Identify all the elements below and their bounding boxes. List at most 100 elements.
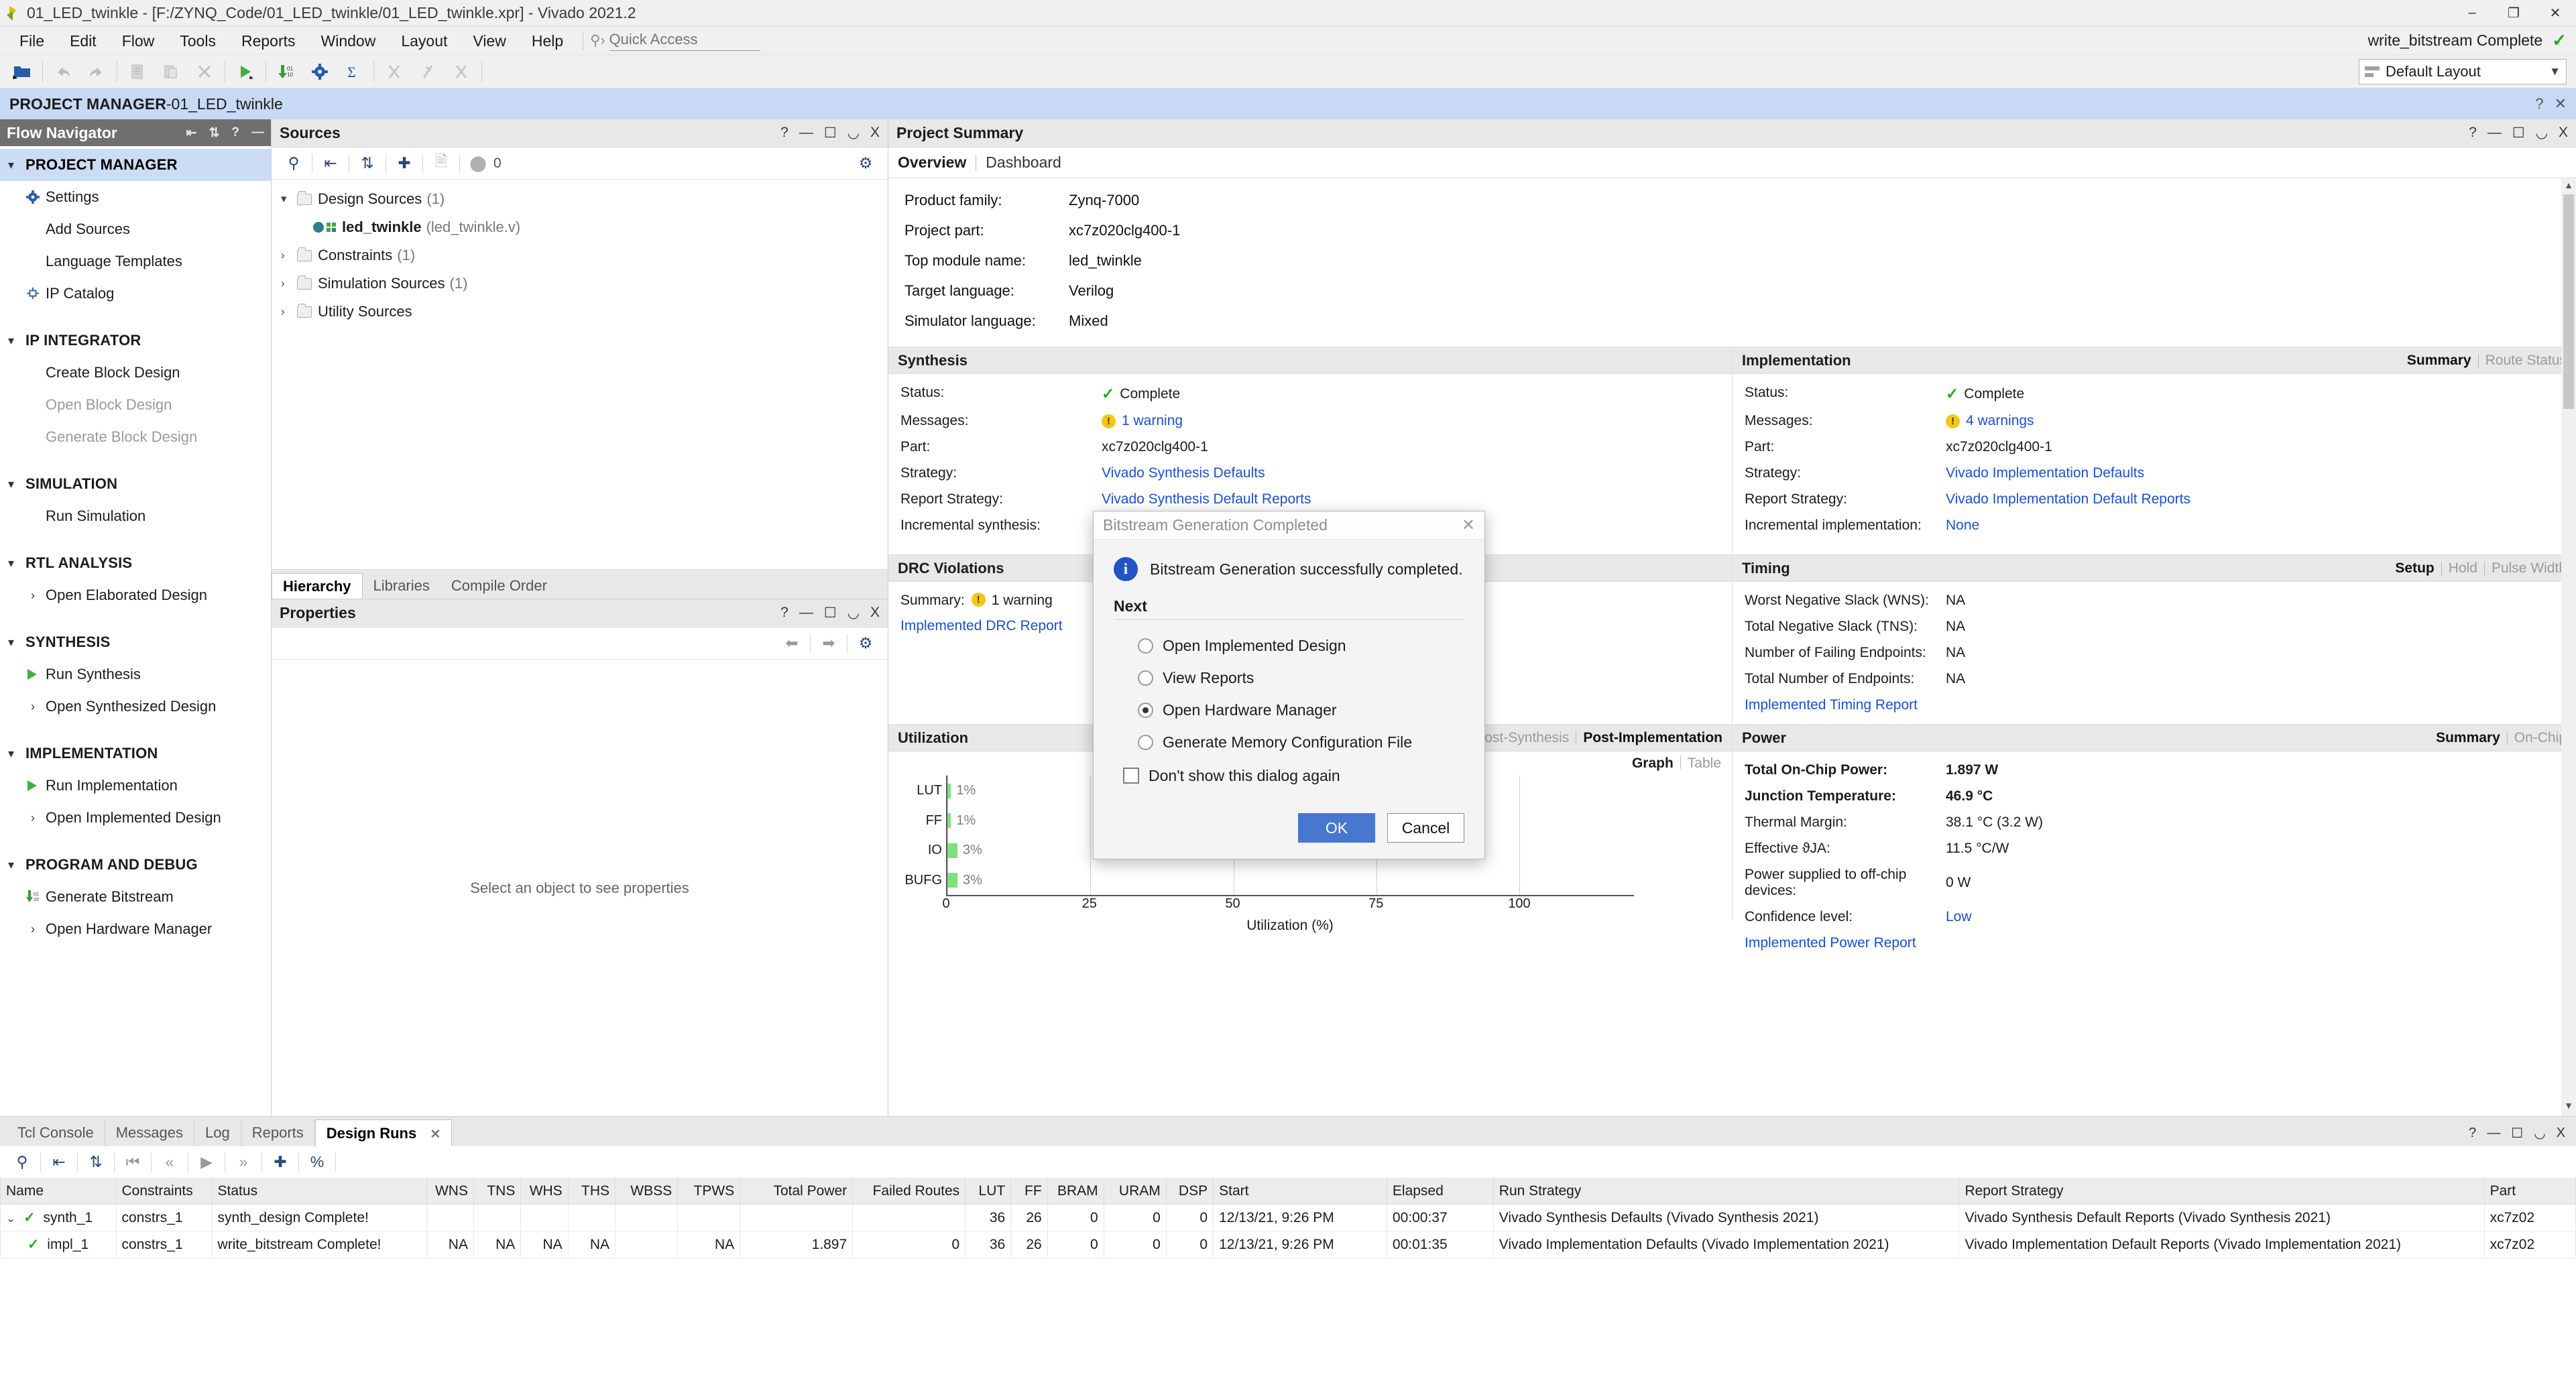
sidebar-item-open-block-design[interactable]: Open Block Design	[0, 389, 271, 421]
float-panel-icon[interactable]: ◡	[2534, 1125, 2545, 1142]
expand-collapse-icon[interactable]: ⇅	[209, 125, 219, 141]
report-timing-icon[interactable]	[377, 57, 411, 86]
run-icon[interactable]	[229, 57, 262, 86]
paste-icon[interactable]	[154, 57, 188, 86]
tree-item-led-twinkle[interactable]: led_twinkle (led_twinkle.v)	[272, 213, 888, 241]
ok-button[interactable]: OK	[1298, 813, 1375, 843]
maximize-button[interactable]: ❐	[2493, 0, 2534, 27]
menu-file[interactable]: File	[7, 27, 57, 55]
tree-item-constraints[interactable]: › Constraints (1)	[272, 241, 888, 269]
field-value[interactable]: Verilog	[1069, 282, 1114, 300]
sidebar-item-open-hardware-manager[interactable]: › Open Hardware Manager	[0, 913, 271, 945]
field-value[interactable]: Low	[1946, 909, 1972, 925]
col-start[interactable]: Start	[1213, 1178, 1387, 1205]
radio-icon-selected[interactable]	[1138, 702, 1153, 718]
field-value[interactable]: led_twinkle	[1069, 252, 1142, 269]
sidebar-section-simulation[interactable]: ▾ SIMULATION	[0, 468, 271, 500]
collapse-all-icon[interactable]: ⇤	[186, 125, 197, 141]
close-panel-icon[interactable]: X	[870, 605, 880, 621]
col-total-power[interactable]: Total Power	[740, 1178, 854, 1205]
minimize-panel-icon[interactable]: —	[2487, 1126, 2500, 1141]
row-expander-icon[interactable]: ⌄	[6, 1212, 15, 1225]
maximize-panel-icon[interactable]: ☐	[2512, 125, 2525, 141]
scroll-down-arrow-icon[interactable]: ▼	[2561, 1100, 2576, 1115]
tab-post-implementation[interactable]: Post-Implementation	[1583, 730, 1722, 746]
next-run-icon[interactable]: »	[228, 1149, 259, 1176]
sidebar-item-create-block-design[interactable]: Create Block Design	[0, 357, 271, 389]
sidebar-section-project-manager[interactable]: ▾ PROJECT MANAGER	[0, 149, 271, 181]
launch-run-icon[interactable]: ▶	[191, 1149, 222, 1176]
tab-power-summary[interactable]: Summary	[2436, 730, 2500, 746]
report-drc-icon[interactable]	[445, 57, 478, 86]
tab-hold[interactable]: Hold	[2449, 560, 2477, 577]
col-report-strategy[interactable]: Report Strategy	[1958, 1178, 2485, 1205]
tab-post-synthesis[interactable]: Post-Synthesis	[1475, 730, 1569, 746]
settings-gear-icon[interactable]	[303, 57, 337, 86]
col-run-strategy[interactable]: Run Strategy	[1492, 1178, 1960, 1205]
settings-gear-icon[interactable]: ⚙	[850, 150, 881, 177]
col-part[interactable]: Part	[2483, 1178, 2576, 1205]
tab-pulse-width[interactable]: Pulse Width	[2492, 560, 2567, 577]
float-panel-icon[interactable]: ◡	[847, 125, 860, 141]
help-icon[interactable]: ?	[2469, 125, 2477, 141]
project-summary-scrollbar[interactable]: ▲ ▼	[2561, 178, 2576, 1116]
sidebar-item-settings[interactable]: Settings	[0, 181, 271, 213]
expand-all-icon[interactable]: ⇅	[80, 1149, 111, 1176]
scroll-up-arrow-icon[interactable]: ▲	[2561, 180, 2576, 194]
minimize-button[interactable]: –	[2451, 0, 2493, 27]
tab-setup[interactable]: Setup	[2395, 560, 2434, 577]
radio-icon[interactable]	[1138, 638, 1153, 654]
tab-compile-order[interactable]: Compile Order	[441, 573, 558, 599]
close-panel-icon[interactable]: X	[2557, 1126, 2565, 1141]
back-arrow-icon[interactable]: ⬅	[776, 630, 807, 657]
col-ff[interactable]: FF	[1010, 1178, 1048, 1205]
col-elapsed[interactable]: Elapsed	[1386, 1178, 1494, 1205]
field-value[interactable]: Vivado Synthesis Default Reports	[1102, 491, 1311, 507]
quick-access[interactable]: ⚲›	[590, 30, 771, 51]
field-value[interactable]: Mixed	[1069, 312, 1108, 330]
help-icon[interactable]: ?	[231, 125, 239, 141]
menu-edit[interactable]: Edit	[57, 27, 109, 55]
sidebar-section-synthesis[interactable]: ▾ SYNTHESIS	[0, 626, 271, 658]
col-status[interactable]: Status	[211, 1178, 427, 1205]
sidebar-section-program-and-debug[interactable]: ▾ PROGRAM AND DEBUG	[0, 849, 271, 881]
close-tab-icon[interactable]: ✕	[430, 1128, 441, 1142]
col-name[interactable]: Name	[0, 1178, 117, 1205]
col-tns[interactable]: TNS	[473, 1178, 522, 1205]
menu-layout[interactable]: Layout	[388, 27, 460, 55]
unknown-file-icon[interactable]: 🗎	[426, 150, 457, 177]
chevron-right-icon[interactable]: ›	[281, 305, 297, 318]
float-panel-icon[interactable]: ◡	[847, 605, 860, 621]
tab-route-status[interactable]: Route Status	[2485, 353, 2567, 369]
expand-all-icon[interactable]: ⇅	[352, 150, 383, 177]
tab-table[interactable]: Table	[1688, 755, 1721, 772]
sidebar-item-add-sources[interactable]: Add Sources	[0, 213, 271, 245]
cancel-button[interactable]: Cancel	[1387, 813, 1464, 843]
sidebar-item-open-elaborated-design[interactable]: › Open Elaborated Design	[0, 579, 271, 611]
col-failed-routes[interactable]: Failed Routes	[852, 1178, 966, 1205]
close-panel-icon[interactable]: X	[870, 125, 880, 141]
sidebar-item-language-templates[interactable]: Language Templates	[0, 245, 271, 278]
minimize-panel-icon[interactable]: —	[799, 125, 813, 141]
redo-icon[interactable]	[80, 57, 113, 86]
col-constraints[interactable]: Constraints	[115, 1178, 213, 1205]
field-value[interactable]: Vivado Implementation Defaults	[1946, 465, 2144, 481]
tab-reports[interactable]: Reports	[241, 1119, 315, 1146]
tree-item-simulation-sources[interactable]: › Simulation Sources (1)	[272, 269, 888, 298]
layout-selector[interactable]: Default Layout ▼	[2359, 58, 2567, 84]
sidebar-item-run-simulation[interactable]: Run Simulation	[0, 500, 271, 532]
tab-impl-summary[interactable]: Summary	[2407, 353, 2471, 369]
tab-hierarchy[interactable]: Hierarchy	[272, 573, 363, 599]
minimize-panel-icon[interactable]: —	[251, 125, 264, 141]
field-value[interactable]: Vivado Implementation Default Reports	[1946, 491, 2190, 507]
col-ths[interactable]: THS	[567, 1178, 616, 1205]
help-icon[interactable]: ?	[2469, 1126, 2476, 1141]
chevron-right-icon[interactable]: ›	[281, 249, 297, 262]
radio-generate-memory-configuration-file[interactable]: Generate Memory Configuration File	[1114, 726, 1464, 758]
forward-arrow-icon[interactable]: ➡	[813, 630, 844, 657]
collapse-all-icon[interactable]: ⇤	[315, 150, 346, 177]
add-run-icon[interactable]: ✚	[265, 1149, 296, 1176]
maximize-panel-icon[interactable]: ☐	[2511, 1125, 2523, 1142]
tab-dashboard[interactable]: Dashboard	[986, 154, 1061, 172]
col-wns[interactable]: WNS	[426, 1178, 474, 1205]
